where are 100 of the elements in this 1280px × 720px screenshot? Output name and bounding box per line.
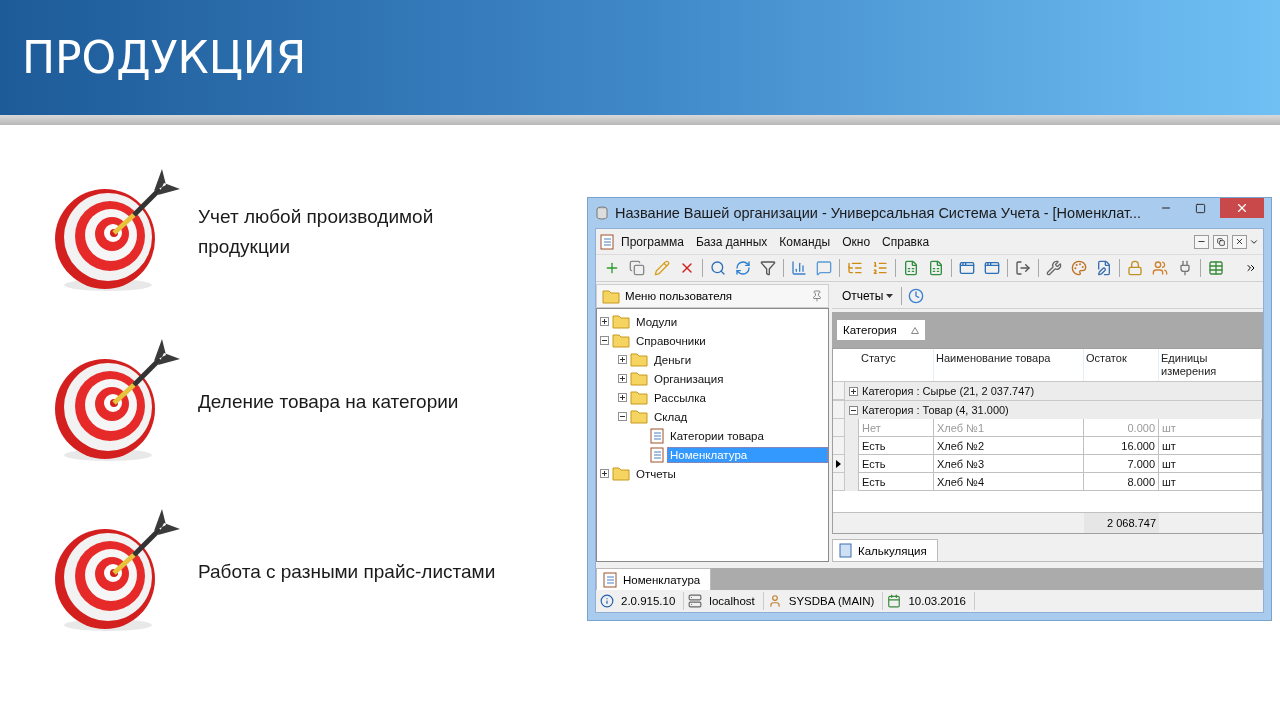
table-cell: Хлеб №3 <box>934 455 1084 473</box>
document-icon <box>650 427 664 444</box>
table-cell: шт <box>1159 455 1262 473</box>
lock-icon[interactable] <box>1125 258 1145 278</box>
restore-button[interactable] <box>1213 234 1228 249</box>
expand-toggle[interactable] <box>618 393 627 402</box>
expand-toggle[interactable] <box>600 469 609 478</box>
expand-toggle[interactable] <box>618 374 627 383</box>
folder-icon <box>630 390 648 405</box>
plus-icon <box>849 386 858 396</box>
minus-icon <box>849 405 858 415</box>
refresh-icon[interactable] <box>733 258 753 278</box>
menu-item[interactable]: Справка <box>877 232 935 251</box>
menu-item[interactable]: Команды <box>774 232 836 251</box>
folder-icon <box>630 409 648 424</box>
group-indent <box>845 473 859 491</box>
document-icon <box>650 446 664 463</box>
table-cell: Есть <box>859 455 934 473</box>
server-icon <box>688 594 703 608</box>
document-icon <box>603 571 617 588</box>
folder-icon <box>612 466 630 481</box>
close-icon <box>1235 237 1244 246</box>
filter-icon[interactable] <box>758 258 778 278</box>
menu-item[interactable]: Окно <box>837 232 876 251</box>
panel-title: Меню пользователя <box>625 290 734 302</box>
expand-toggle[interactable] <box>600 317 609 326</box>
table-cell: Есть <box>859 437 934 455</box>
tree-item[interactable]: Организация <box>651 370 727 387</box>
menu-item[interactable]: База данных <box>690 232 773 251</box>
database-icon <box>595 206 609 220</box>
table-cell: 7.000 <box>1084 455 1159 473</box>
close-button[interactable] <box>1232 234 1247 249</box>
restore-icon <box>1216 237 1225 246</box>
total-value: 2 068.747 <box>1084 513 1159 533</box>
table-cell: 8.000 <box>1084 473 1159 491</box>
version-text: 2.0.915.10 <box>621 595 676 607</box>
tree-item[interactable]: Склад <box>651 408 691 425</box>
minus-icon <box>619 413 626 420</box>
row-pointer-icon <box>836 459 841 468</box>
table-cell: шт <box>1159 437 1262 455</box>
palette-icon[interactable] <box>1069 258 1089 278</box>
document-tab[interactable]: Номенклатура <box>596 568 712 590</box>
plus-icon <box>601 470 608 477</box>
minus-icon <box>601 337 608 344</box>
table-cell: 0.000 <box>1084 419 1159 437</box>
collapse-toggle[interactable] <box>618 412 627 421</box>
tree-item[interactable]: Справочники <box>633 332 709 349</box>
date-text: 10.03.2016 <box>908 595 966 607</box>
tree-item[interactable]: Категории товара <box>667 427 767 444</box>
clock-icon[interactable] <box>908 288 925 304</box>
detail-tab[interactable]: Калькуляция <box>832 539 938 561</box>
plus-icon <box>619 375 626 382</box>
bullet-text: Деление товара на категории <box>198 390 460 414</box>
copy-icon[interactable] <box>627 258 647 278</box>
folder-icon <box>612 333 630 348</box>
table-cell: 16.000 <box>1084 437 1159 455</box>
reports-dropdown[interactable]: Отчеты <box>840 289 896 303</box>
menu-item[interactable]: Программа <box>616 232 689 251</box>
tree-item[interactable]: Деньги <box>651 351 695 368</box>
table-cell: шт <box>1159 473 1262 491</box>
plus-icon <box>619 394 626 401</box>
user-icon <box>767 594 782 608</box>
collapse-toggle[interactable] <box>600 336 609 345</box>
plus-icon <box>601 318 608 325</box>
expand-toggle[interactable] <box>618 355 627 364</box>
user-text: SYSDBA (MAIN) <box>788 595 875 607</box>
speech-bubble-icon[interactable] <box>814 258 834 278</box>
bullet-text: Работа с разными прайс-листами <box>198 560 497 584</box>
document-icon <box>600 233 614 250</box>
maximize-icon <box>1194 202 1206 214</box>
users-icon[interactable] <box>1150 258 1170 278</box>
folder-icon <box>630 371 648 386</box>
tree-item[interactable]: Рассылка <box>651 389 709 406</box>
bullet-text: Учет любой производимой продукции <box>198 205 435 259</box>
caret-icon <box>886 294 894 298</box>
server-text: localhost <box>709 595 755 607</box>
table-cell: Хлеб №2 <box>934 437 1084 455</box>
group-chip[interactable]: Категория <box>837 320 925 340</box>
window-title: Название Вашей организации - Универсальная Система Учета - [Номенклат... <box>615 205 1142 221</box>
tree-item[interactable]: Модули <box>633 313 681 330</box>
row-header[interactable] <box>833 455 845 473</box>
folder-icon <box>630 352 648 367</box>
tree-item[interactable]: Отчеты <box>633 465 679 482</box>
slide-title: ПРОДУКЦИЯ <box>22 32 307 83</box>
plus-icon <box>619 356 626 363</box>
table-cell: Есть <box>859 473 934 491</box>
folder-icon <box>602 288 620 304</box>
table-cell: Хлеб №4 <box>934 473 1084 491</box>
overflow-icon[interactable] <box>1245 262 1257 274</box>
book-icon <box>839 543 852 558</box>
wrench-icon[interactable] <box>1044 258 1064 278</box>
minimize-button[interactable] <box>1194 234 1209 249</box>
table-cell: Хлеб №1 <box>934 419 1084 437</box>
table-icon[interactable] <box>1206 258 1226 278</box>
folder-icon <box>612 314 630 329</box>
pin-icon[interactable] <box>811 290 823 302</box>
info-icon <box>600 594 614 608</box>
table-cell: Нет <box>859 419 934 437</box>
calendar-icon <box>887 594 902 608</box>
table-cell: шт <box>1159 419 1262 437</box>
